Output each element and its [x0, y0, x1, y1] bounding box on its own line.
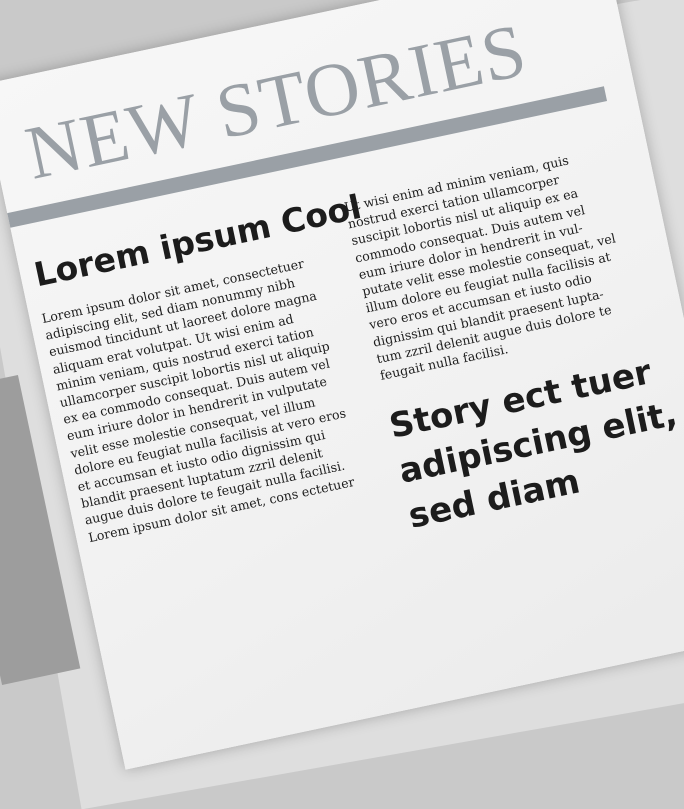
newspaper: NEW STORIES Lorem ipsum Cool Lorem ipsum…: [0, 0, 684, 770]
story-body-right: Ut wisi enim ad minim veniam, quis nostru…: [343, 145, 636, 384]
second-story-headline: Story ect tuer adipiscing elit, sed diam: [385, 346, 684, 540]
story-body-left: Lorem ipsum dolor sit amet, consectetuer…: [40, 253, 362, 546]
